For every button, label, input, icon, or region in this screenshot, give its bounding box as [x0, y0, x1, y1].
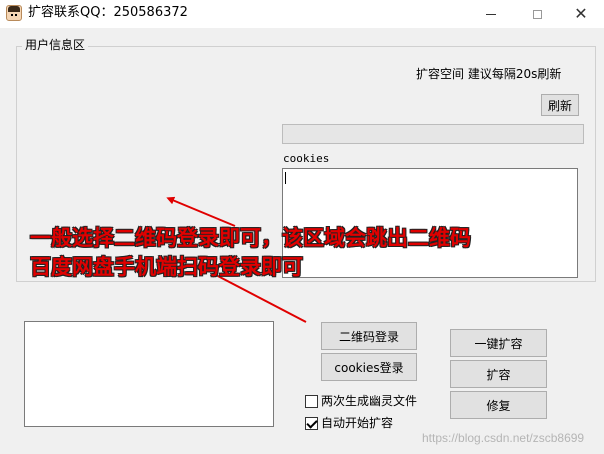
close-icon: ✕: [574, 4, 588, 23]
user-info-group-title: 用户信息区: [22, 38, 89, 52]
annotation-line-1: 一般选择二维码登录即可，该区域会跳出二维码: [30, 226, 471, 250]
twice-ghost-checkbox[interactable]: [305, 394, 318, 408]
cookies-login-button[interactable]: cookies登录: [321, 353, 417, 381]
avatar-app-icon: [6, 5, 22, 21]
expand-button[interactable]: 扩容: [450, 360, 547, 388]
refresh-button[interactable]: 刷新: [541, 94, 579, 116]
maximize-icon: [532, 9, 542, 19]
maximize-button[interactable]: [514, 0, 560, 28]
title-bar: 扩容联系QQ：250586372 ✕: [0, 0, 604, 28]
cookies-label: cookies: [283, 152, 330, 165]
auto-start-option[interactable]: 自动开始扩容: [305, 416, 393, 430]
one-click-expand-button[interactable]: 一键扩容: [450, 329, 547, 357]
watermark: https://blog.csdn.net/zscb8699: [422, 431, 585, 445]
auto-start-checkbox[interactable]: [305, 416, 318, 430]
twice-ghost-option[interactable]: 两次生成幽灵文件: [305, 394, 417, 408]
expand-progress-bar: [282, 124, 584, 144]
qr-login-button[interactable]: 二维码登录: [321, 322, 417, 350]
app-window: 扩容联系QQ：250586372 ✕ 用户信息区 扩容空间 建议每隔20s刷新 …: [0, 0, 604, 454]
annotation-line-2: 百度网盘手机端扫码登录即可: [30, 255, 303, 279]
minimize-button[interactable]: [468, 0, 514, 28]
twice-ghost-label: 两次生成幽灵文件: [321, 394, 418, 408]
minimize-icon: [486, 13, 496, 15]
close-button[interactable]: ✕: [558, 0, 604, 28]
window-title: 扩容联系QQ：250586372: [28, 5, 188, 20]
repair-button[interactable]: 修复: [450, 391, 547, 419]
refresh-hint: 扩容空间 建议每隔20s刷新: [416, 67, 562, 81]
log-textbox[interactable]: [24, 321, 274, 427]
text-caret: [285, 172, 286, 184]
auto-start-label: 自动开始扩容: [321, 416, 394, 430]
